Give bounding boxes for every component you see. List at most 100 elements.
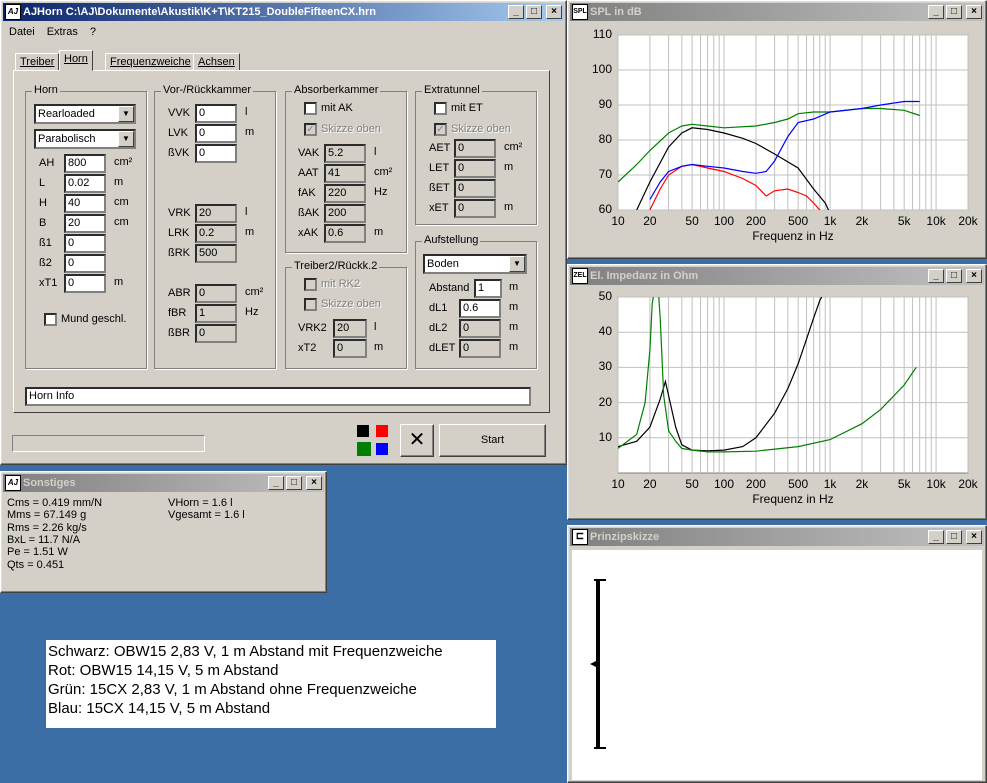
start-button[interactable]: Start bbox=[439, 424, 546, 457]
mit-rk2-checkbox bbox=[304, 278, 317, 291]
2-field[interactable]: 0 bbox=[64, 254, 106, 273]
chevron-down-icon[interactable]: ▼ bbox=[118, 106, 134, 122]
x-tick-label: 500 bbox=[788, 214, 809, 228]
minimize-icon[interactable]: _ bbox=[508, 5, 524, 19]
horn-type-select[interactable]: Rearloaded ▼ bbox=[34, 104, 136, 124]
close-icon[interactable]: × bbox=[966, 530, 982, 544]
maximize-icon[interactable]: □ bbox=[526, 5, 542, 19]
x-tick-label: 20 bbox=[643, 477, 657, 491]
note-line-green: Grün: 15CX 2,83 V, 1 m Abstand ohne Freq… bbox=[48, 681, 417, 698]
fak-unit: Hz bbox=[374, 186, 388, 198]
speaker-icon: ⊏ bbox=[572, 529, 588, 545]
b-unit: cm bbox=[114, 216, 129, 228]
vrk2-label: VRK2 bbox=[298, 322, 327, 334]
color-swatch-blue bbox=[376, 443, 388, 455]
h-unit: cm bbox=[114, 196, 129, 208]
aj-app-icon: AJ bbox=[5, 475, 21, 491]
horn-profile-select[interactable]: Parabolisch ▼ bbox=[34, 129, 136, 149]
h-field[interactable]: 40 bbox=[64, 194, 106, 213]
horn-profile-value: Parabolisch bbox=[38, 133, 96, 145]
l-label: L bbox=[39, 177, 46, 189]
lrk-label: LRK bbox=[168, 227, 190, 239]
impedance-title: El. Impedanz in Ohm bbox=[590, 270, 699, 282]
ah-label: AH bbox=[39, 157, 55, 169]
vk-field[interactable]: 0 bbox=[195, 144, 237, 163]
maximize-icon[interactable]: □ bbox=[946, 530, 962, 544]
menu-help[interactable]: ? bbox=[90, 23, 96, 41]
xt2-unit: m bbox=[374, 341, 384, 353]
mund-geschl-checkbox[interactable] bbox=[44, 313, 57, 326]
impedance-window: ZEL El. Impedanz in Ohm _ □ × 10 20 50 100 2… bbox=[567, 264, 987, 520]
tab-treiber[interactable]: Treiber bbox=[15, 53, 60, 71]
minimize-icon[interactable]: _ bbox=[928, 5, 944, 19]
dl1-field[interactable]: 0.6 bbox=[459, 299, 501, 318]
1-field[interactable]: 0 bbox=[64, 234, 106, 253]
br-label: ßBR bbox=[168, 327, 190, 339]
impedance-titlebar[interactable]: ZEL El. Impedanz in Ohm bbox=[570, 267, 984, 285]
skizze-titlebar[interactable]: ⊏ Prinzipskizze bbox=[570, 528, 984, 546]
tab-achsen[interactable]: Achsen bbox=[193, 53, 240, 71]
lvk-label: LVK bbox=[168, 127, 188, 139]
vvk-field[interactable]: 0 bbox=[195, 104, 237, 123]
mit-ak-label: mit AK bbox=[321, 102, 353, 114]
aet-unit: cm² bbox=[504, 141, 523, 153]
xak-field: 0.6 bbox=[324, 224, 366, 243]
minimize-icon[interactable]: _ bbox=[928, 269, 944, 283]
l-unit: m bbox=[114, 176, 124, 188]
extratunnel-group-title: Extratunnel bbox=[422, 84, 482, 96]
horn-type-value: Rearloaded bbox=[38, 108, 95, 120]
tab-frequenzweiche[interactable]: Frequenzweiche bbox=[105, 53, 196, 71]
aj-app-icon: AJ bbox=[5, 4, 21, 20]
abstand-unit: m bbox=[509, 281, 519, 293]
b-field[interactable]: 20 bbox=[64, 214, 106, 233]
ak-skizze-label: Skizze oben bbox=[321, 123, 381, 135]
lvk-field[interactable]: 0 bbox=[195, 124, 237, 143]
aufstellung-group-title: Aufstellung bbox=[422, 234, 481, 246]
spl-titlebar[interactable]: SPL SPL in dB bbox=[570, 3, 984, 21]
dl1-label: dL1 bbox=[429, 302, 448, 314]
skizze-drawing bbox=[590, 579, 606, 749]
abr-field: 0 bbox=[195, 284, 237, 303]
y-tick-label: 90 bbox=[598, 97, 612, 111]
close-icon[interactable]: × bbox=[966, 269, 982, 283]
l-field[interactable]: 0.02 bbox=[64, 174, 106, 193]
tab-horn[interactable]: Horn bbox=[59, 50, 93, 71]
legend-note-box: Schwarz: OBW15 2,83 V, 1 m Abstand mit F… bbox=[46, 640, 496, 728]
abstand-field[interactable]: 1 bbox=[474, 279, 502, 298]
clear-button[interactable]: ✕ bbox=[400, 424, 434, 457]
vak-label: VAK bbox=[298, 147, 320, 159]
let-field: 0 bbox=[454, 159, 496, 178]
x-tick-label: 200 bbox=[745, 214, 766, 228]
dl1-unit: m bbox=[509, 301, 519, 313]
minimize-icon[interactable]: _ bbox=[268, 476, 284, 490]
y-tick-label: 10 bbox=[598, 429, 612, 444]
close-icon[interactable]: × bbox=[546, 5, 562, 19]
mit-et-checkbox[interactable] bbox=[434, 102, 447, 115]
maximize-icon[interactable]: □ bbox=[946, 5, 962, 19]
menu-datei[interactable]: Datei bbox=[9, 23, 35, 41]
maximize-icon[interactable]: □ bbox=[286, 476, 302, 490]
mit-et-label: mit ET bbox=[451, 102, 483, 114]
minimize-icon[interactable]: _ bbox=[928, 530, 944, 544]
progress-bar bbox=[12, 435, 205, 452]
mit-ak-checkbox[interactable] bbox=[304, 102, 317, 115]
et-label: ßET bbox=[429, 182, 450, 194]
y-tick-label: 30 bbox=[598, 359, 612, 374]
chevron-down-icon[interactable]: ▼ bbox=[118, 131, 134, 147]
aufstellung-select[interactable]: Boden ▼ bbox=[423, 254, 527, 274]
chevron-down-icon[interactable]: ▼ bbox=[509, 256, 525, 272]
close-icon[interactable]: × bbox=[966, 5, 982, 19]
xt1-field[interactable]: 0 bbox=[64, 274, 106, 293]
menu-extras[interactable]: Extras bbox=[47, 23, 78, 41]
y-tick-label: 50 bbox=[598, 289, 612, 303]
horn-info-field[interactable]: Horn Info bbox=[25, 387, 531, 406]
maximize-icon[interactable]: □ bbox=[946, 269, 962, 283]
close-icon[interactable]: × bbox=[306, 476, 322, 490]
main-titlebar[interactable]: AJ AJHorn C:\AJ\Dokumente\Akustik\K+T\KT… bbox=[3, 3, 564, 21]
x-tick-label: 10 bbox=[611, 477, 625, 491]
ah-field[interactable]: 800 bbox=[64, 154, 106, 173]
2-label: ß2 bbox=[39, 257, 52, 269]
sonstiges-right-line: VHorn = 1.6 l bbox=[168, 497, 233, 509]
dl2-unit: m bbox=[509, 321, 519, 333]
menu-bar: Datei Extras ? bbox=[5, 23, 96, 41]
